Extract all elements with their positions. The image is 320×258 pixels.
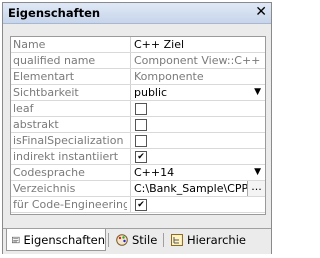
- check-icon: ✔: [137, 200, 145, 210]
- column-divider: [130, 37, 131, 52]
- property-name: indirekt instantiiert: [13, 150, 119, 163]
- property-value[interactable]: C++ Ziel: [134, 38, 262, 51]
- browse-button[interactable]: ...: [247, 181, 265, 196]
- property-row: Verzeichnis C:\Bank_Sample\CPP...: [11, 181, 265, 197]
- property-checkbox[interactable]: [135, 135, 147, 147]
- tab-label: Eigenschaften: [23, 232, 106, 247]
- close-icon[interactable]: ✕: [255, 4, 267, 21]
- property-value: Component View::C++ ...: [134, 54, 262, 67]
- column-divider: [130, 149, 131, 164]
- column-divider: [130, 197, 131, 212]
- check-icon: ✔: [137, 152, 145, 162]
- property-row: für Code-Engineering ... ✔: [11, 197, 265, 213]
- column-divider: [130, 133, 131, 148]
- column-divider: [130, 85, 131, 100]
- property-row: Sichtbarkeit public ▼: [11, 85, 265, 101]
- column-divider: [130, 101, 131, 116]
- palette-icon: [116, 234, 128, 246]
- tab-eigenschaften[interactable]: Eigenschaften: [6, 229, 106, 251]
- property-name: isFinalSpecialization: [13, 134, 124, 147]
- panel-titlebar: Eigenschaften ✕: [3, 3, 271, 24]
- tab-hierarchie[interactable]: Hierarchie: [166, 229, 246, 251]
- property-checkbox[interactable]: [135, 119, 147, 131]
- property-name: Name: [13, 38, 46, 51]
- property-name: abstrakt: [13, 118, 59, 131]
- property-row: Elementart Komponente: [11, 69, 265, 85]
- property-checkbox[interactable]: ✔: [135, 199, 147, 211]
- column-divider: [130, 181, 131, 196]
- property-name: Elementart: [13, 70, 75, 83]
- property-name: Sichtbarkeit: [13, 86, 79, 99]
- tab-stile[interactable]: Stile: [111, 229, 161, 251]
- property-value: Komponente: [134, 70, 204, 83]
- tab-label: Hierarchie: [186, 233, 246, 247]
- property-row: leaf: [11, 101, 265, 117]
- dropdown-arrow-icon[interactable]: ▼: [254, 88, 261, 97]
- tab-label: Stile: [132, 233, 158, 247]
- property-row: Codesprache C++14 ▼: [11, 165, 265, 181]
- property-row: Name C++ Ziel: [11, 37, 265, 53]
- properties-panel: Eigenschaften ✕ Name C++ Ziel qualified na…: [2, 2, 272, 254]
- property-checkbox[interactable]: [135, 103, 147, 115]
- property-name: für Code-Engineering ...: [13, 198, 127, 211]
- property-name: qualified name: [13, 54, 96, 67]
- panel-title: Eigenschaften: [8, 6, 101, 20]
- properties-icon: [12, 236, 20, 243]
- property-value[interactable]: public: [134, 86, 262, 99]
- property-name: Verzeichnis: [13, 182, 76, 195]
- property-name: leaf: [13, 102, 34, 115]
- property-value[interactable]: C:\Bank_Sample\CPP: [134, 182, 262, 195]
- property-grid: Name C++ Ziel qualified name Component View…: [10, 36, 266, 215]
- property-name: Codesprache: [13, 166, 85, 179]
- tab-divider: [108, 233, 109, 247]
- hierarchy-icon: [171, 234, 183, 246]
- property-row: qualified name Component View::C++ ...: [11, 53, 265, 69]
- property-value[interactable]: C++14: [134, 166, 262, 179]
- tab-divider: [163, 233, 164, 247]
- dropdown-arrow-icon[interactable]: ▼: [254, 168, 261, 177]
- column-divider: [130, 53, 131, 68]
- property-checkbox[interactable]: ✔: [135, 151, 147, 163]
- property-row: abstrakt: [11, 117, 265, 133]
- column-divider: [130, 165, 131, 180]
- property-row: isFinalSpecialization: [11, 133, 265, 149]
- column-divider: [130, 69, 131, 84]
- tab-bar: Eigenschaften Stile Hierarchie: [3, 228, 271, 254]
- column-divider: [130, 117, 131, 132]
- property-row: indirekt instantiiert ✔: [11, 149, 265, 165]
